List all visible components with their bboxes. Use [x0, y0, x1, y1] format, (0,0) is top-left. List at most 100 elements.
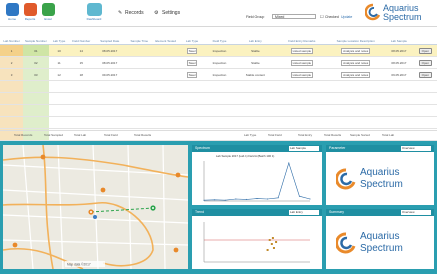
trend-chart[interactable]: [192, 216, 322, 269]
right-bottom-panel-title: Summary: [329, 210, 344, 214]
column-header[interactable]: Element Tested: [151, 30, 180, 45]
column-header[interactable]: Lab Entry: [234, 30, 277, 45]
open-row-button[interactable]: Open: [418, 71, 433, 78]
cell-select[interactable]: Analysis and notes: [341, 47, 371, 54]
map-pin[interactable]: [88, 209, 94, 215]
table-cell: [413, 92, 437, 105]
summary-label: Lab Type: [244, 133, 257, 137]
map-pin[interactable]: [12, 242, 18, 248]
table-row[interactable]: [0, 104, 437, 117]
table-cell: 2: [0, 56, 24, 69]
dashboard-button[interactable]: Dashboard: [82, 3, 106, 21]
table-cell: [23, 80, 49, 93]
table-cell: [276, 116, 328, 129]
column-header[interactable]: [413, 30, 437, 45]
reports-button[interactable]: Reports: [22, 3, 38, 21]
right-top-select[interactable]: Overview: [401, 146, 431, 151]
trend-select[interactable]: Lab Entry: [289, 210, 319, 215]
records-link[interactable]: Records: [125, 10, 144, 16]
right-bottom-select[interactable]: Overview: [401, 210, 431, 215]
column-header[interactable]: Sampled Date: [92, 30, 127, 45]
open-row-button[interactable]: Open: [418, 59, 433, 66]
update-link[interactable]: Update: [341, 15, 352, 19]
map-canvas[interactable]: Map data ©2017: [3, 145, 188, 269]
table-cell: [234, 104, 277, 117]
table-cell: [92, 92, 127, 105]
cell-select[interactable]: Listed sample: [290, 71, 314, 78]
spectrum-chart[interactable]: [192, 157, 322, 207]
cell-select[interactable]: Steel: [186, 71, 198, 78]
monitor-icon: [86, 3, 102, 16]
excel-button[interactable]: Excel: [40, 3, 56, 21]
column-header[interactable]: Lab Type: [179, 30, 205, 45]
table-cell: [48, 92, 70, 105]
cell-select[interactable]: Steel: [186, 59, 198, 66]
cell-select[interactable]: Listed sample: [290, 59, 314, 66]
table-cell: Stable content: [234, 68, 277, 81]
table-cell: [151, 92, 180, 105]
spectrum-select[interactable]: Lab Sample: [289, 146, 319, 151]
table-row[interactable]: [0, 92, 437, 105]
map-panel[interactable]: Map data ©2017: [3, 145, 188, 269]
spectrum-panel-header: Spectrum Lab Sample: [192, 145, 322, 152]
column-header[interactable]: Sample Time: [126, 30, 152, 45]
trend-panel-header: Trend Lab Entry: [192, 209, 322, 216]
table-cell: 01: [23, 44, 49, 57]
table-cell: [179, 116, 205, 129]
spectrum-point: [288, 162, 290, 164]
table-cell: 1: [0, 44, 24, 57]
settings-link[interactable]: Settings: [162, 10, 180, 16]
trend-axes: [203, 222, 310, 263]
cell-select[interactable]: Analysis and notes: [341, 71, 371, 78]
map-pin[interactable]: [173, 247, 179, 253]
map-pin[interactable]: [40, 154, 46, 160]
map-pin[interactable]: [175, 172, 181, 178]
table-cell: [126, 80, 152, 93]
table-row[interactable]: 2 02 11 15 08.05.2017 Steel Inspection Stable Li…: [0, 56, 437, 69]
table-row[interactable]: [0, 80, 437, 93]
home-button[interactable]: Home: [4, 3, 20, 21]
open-row-button[interactable]: Open: [418, 47, 433, 54]
map-pin[interactable]: [100, 187, 106, 193]
trend-point: [271, 237, 274, 239]
table-row[interactable]: 3 03 12 18 09.05.2017 Steel Inspection Stable c…: [0, 68, 437, 81]
table-cell: [179, 104, 205, 117]
summary-label: Total Lab: [382, 133, 395, 137]
table-cell: [48, 104, 70, 117]
table-cell: [276, 104, 328, 117]
table-cell: Steel: [179, 56, 205, 69]
trend-point: [270, 243, 273, 245]
column-header[interactable]: Sample Location Description: [327, 30, 385, 45]
records-icon[interactable]: ✎: [118, 10, 122, 16]
column-header[interactable]: Field Type: [204, 30, 235, 45]
filter-select[interactable]: Mixed: [272, 14, 316, 19]
column-header[interactable]: Field Entry Remarks: [276, 30, 328, 45]
spectrum-point: [267, 198, 269, 200]
cell-select[interactable]: Steel: [186, 47, 198, 54]
table-cell: [23, 116, 49, 129]
column-header[interactable]: Field Number: [69, 30, 93, 45]
table-cell: [327, 116, 385, 129]
summary-label: Total Results: [324, 133, 342, 137]
column-header[interactable]: Sample Number: [23, 30, 49, 45]
table-cell: 12: [48, 68, 70, 81]
cell-select[interactable]: Listed sample: [290, 47, 314, 54]
table-cell: 15: [69, 56, 93, 69]
table-row[interactable]: [0, 116, 437, 129]
table-cell: 18: [69, 68, 93, 81]
filter-label: Field Group: [246, 15, 265, 19]
right-bottom-panel-header: Summary Overview: [326, 209, 434, 216]
table-cell: [0, 104, 24, 117]
column-header[interactable]: Lab Sample: [384, 30, 414, 45]
map-pin[interactable]: [150, 205, 156, 211]
column-header[interactable]: Lab Number: [0, 30, 24, 45]
map-pin[interactable]: [93, 215, 97, 219]
right-top-panel-header: Parameter Overview: [326, 145, 434, 152]
column-header[interactable]: Lab Type: [48, 30, 70, 45]
cell-select[interactable]: Analysis and notes: [341, 59, 371, 66]
table-row[interactable]: 1 01 10 14 08.05.2017 Steel Inspection Stable Li…: [0, 44, 437, 57]
table-cell: 11: [48, 56, 70, 69]
checkbox-icon[interactable]: ☐: [320, 14, 324, 19]
table-cell: 08.05.2017: [92, 56, 127, 69]
gear-icon[interactable]: ⚙: [154, 10, 158, 16]
